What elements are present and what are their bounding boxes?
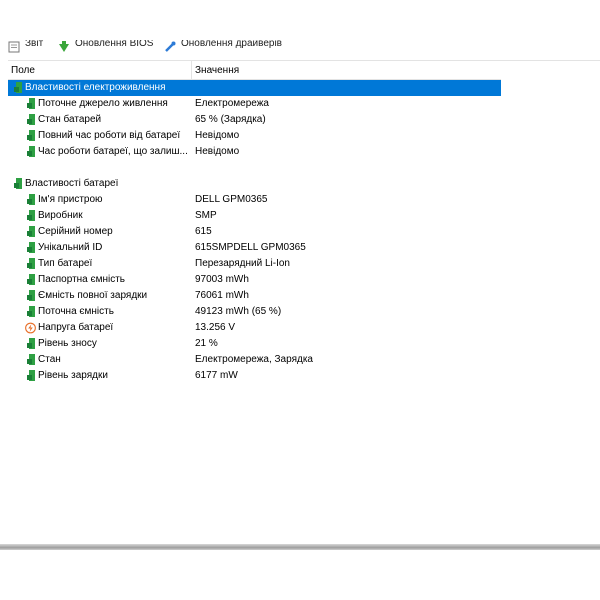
- driver-update-button-label: Оновлення драйверів: [181, 40, 282, 49]
- list-header: Поле Значення: [8, 61, 501, 80]
- column-separator[interactable]: [191, 61, 192, 79]
- row-value: DELL GPM0365: [195, 194, 268, 205]
- table-row[interactable]: Унікальний ID 615SMPDELL GPM0365: [8, 240, 501, 256]
- row-value: 49123 mWh (65 %): [195, 306, 282, 317]
- table-row[interactable]: Серійний номер 615: [8, 224, 501, 240]
- report-button[interactable]: Звіт: [8, 40, 52, 54]
- battery-icon: [27, 338, 35, 349]
- row-label: Повний час роботи від батареї: [38, 130, 181, 141]
- table-row[interactable]: Напруга батареї 13.256 V: [8, 320, 501, 336]
- battery-icon: [27, 242, 35, 253]
- row-value: 76061 mWh: [195, 290, 249, 301]
- table-row[interactable]: Стан батарей 65 % (Зарядка): [8, 112, 501, 128]
- battery-icon: [27, 130, 35, 141]
- table-row[interactable]: Поточна ємність 49123 mWh (65 %): [8, 304, 501, 320]
- table-row[interactable]: Повний час роботи від батареї Невідомо: [8, 128, 501, 144]
- table-row[interactable]: Ємність повної зарядки 76061 mWh: [8, 288, 501, 304]
- bios-update-button[interactable]: Оновлення BIOS: [58, 40, 158, 54]
- row-value: Невідомо: [195, 146, 240, 157]
- row-label: Стан: [38, 354, 61, 365]
- group-title-power: Властивості електроживлення: [25, 82, 166, 93]
- report-button-label: Звіт: [25, 40, 44, 49]
- table-row[interactable]: Тип батареї Перезарядний Li-Ion: [8, 256, 501, 272]
- bios-update-button-label: Оновлення BIOS: [75, 40, 154, 49]
- battery-icon: [27, 274, 35, 285]
- row-label: Напруга батареї: [38, 322, 114, 333]
- driver-update-icon: [165, 41, 176, 52]
- row-value: Невідомо: [195, 130, 240, 141]
- table-row[interactable]: Рівень зносу 21 %: [8, 336, 501, 352]
- row-label: Стан батарей: [38, 114, 102, 125]
- battery-icon: [27, 194, 35, 205]
- properties-list[interactable]: Поле Значення Властивості електроживленн…: [8, 60, 600, 545]
- battery-icon: [27, 354, 35, 365]
- battery-icon: [27, 98, 35, 109]
- group-title-battery: Властивості батареї: [25, 178, 119, 189]
- row-value: SMP: [195, 210, 217, 221]
- battery-icon: [14, 178, 22, 189]
- row-value: 615SMPDELL GPM0365: [195, 242, 306, 253]
- row-value: 6177 mW: [195, 370, 238, 381]
- row-value: 13.256 V: [195, 322, 236, 333]
- table-row[interactable]: Час роботи батареї, що залиш... Невідомо: [8, 144, 501, 160]
- row-label: Серійний номер: [38, 226, 113, 237]
- row-label: Паспортна ємність: [38, 274, 126, 285]
- report-icon: [8, 41, 20, 53]
- row-label: Ємність повної зарядки: [38, 290, 148, 301]
- group-header-power[interactable]: Властивості електроживлення: [8, 80, 501, 96]
- row-value: 97003 mWh: [195, 274, 249, 285]
- voltage-icon: [25, 322, 36, 334]
- window-bottom-edge: [0, 544, 600, 550]
- row-label: Поточна ємність: [38, 306, 114, 317]
- battery-icon: [27, 114, 35, 125]
- battery-icon: [27, 306, 35, 317]
- row-label: Час роботи батареї, що залиш...: [38, 146, 188, 157]
- toolbar: Звіт Оновлення BIOS Оновлення драйверів: [0, 0, 600, 60]
- battery-icon: [27, 210, 35, 221]
- row-value: 65 % (Зарядка): [195, 114, 266, 125]
- battery-icon: [27, 290, 35, 301]
- table-row[interactable]: Паспортна ємність 97003 mWh: [8, 272, 501, 288]
- battery-icon: [27, 258, 35, 269]
- table-row[interactable]: Ім'я пристрою DELL GPM0365: [8, 192, 501, 208]
- table-row[interactable]: Поточне джерело живлення Електромережа: [8, 96, 501, 112]
- row-label: Унікальний ID: [38, 242, 103, 253]
- table-row[interactable]: Стан Електромережа, Зарядка: [8, 352, 501, 368]
- column-header-value[interactable]: Значення: [195, 65, 239, 76]
- battery-icon: [27, 226, 35, 237]
- row-value: Перезарядний Li-Ion: [195, 258, 290, 269]
- row-label: Поточне джерело живлення: [38, 98, 168, 109]
- row-label: Виробник: [38, 210, 83, 221]
- row-label: Рівень зарядки: [38, 370, 108, 381]
- group-header-battery[interactable]: Властивості батареї: [8, 176, 501, 192]
- table-row[interactable]: Виробник SMP: [8, 208, 501, 224]
- battery-icon: [27, 146, 35, 157]
- driver-update-button[interactable]: Оновлення драйверів: [164, 40, 304, 54]
- row-value: Електромережа, Зарядка: [195, 354, 313, 365]
- battery-icon: [14, 82, 22, 93]
- row-value: 21 %: [195, 338, 218, 349]
- row-label: Рівень зносу: [38, 338, 97, 349]
- column-header-field[interactable]: Поле: [11, 65, 35, 76]
- row-label: Тип батареї: [38, 258, 93, 269]
- table-row[interactable]: Рівень зарядки 6177 mW: [8, 368, 501, 384]
- row-label: Ім'я пристрою: [38, 194, 103, 205]
- row-value: Електромережа: [195, 98, 269, 109]
- row-value: 615: [195, 226, 212, 237]
- battery-icon: [27, 370, 35, 381]
- green-arrow-icon: [59, 41, 69, 52]
